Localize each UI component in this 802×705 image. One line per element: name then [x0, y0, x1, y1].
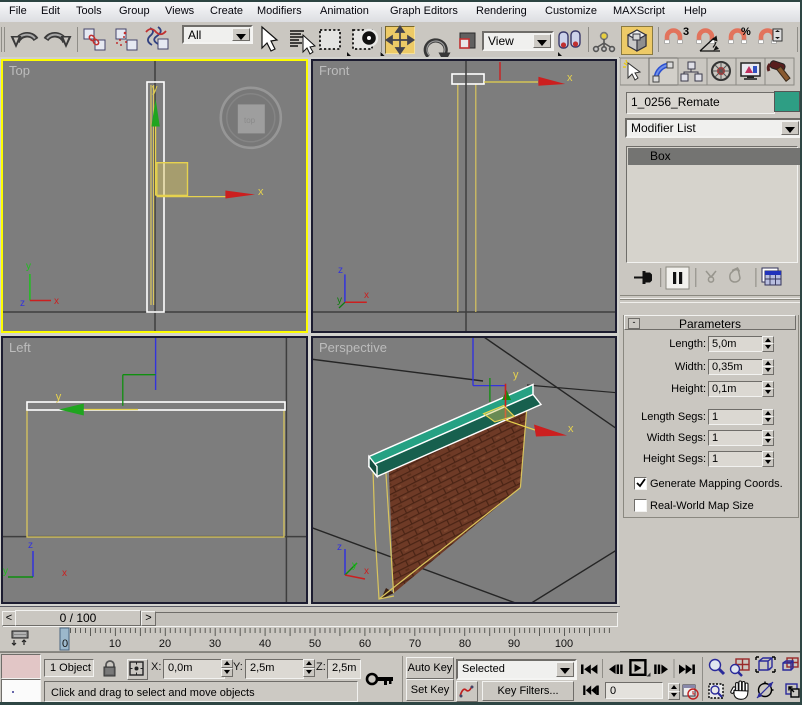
- svg-text:y: y: [56, 391, 62, 403]
- svg-text:x: x: [364, 566, 369, 577]
- svg-text:z: z: [28, 540, 33, 551]
- svg-text:30: 30: [209, 638, 221, 650]
- svg-text:50: 50: [309, 638, 321, 650]
- svg-text:%: %: [741, 26, 751, 38]
- svg-text:y: y: [152, 83, 158, 95]
- svg-text:70: 70: [409, 638, 421, 650]
- svg-text:x: x: [364, 290, 369, 301]
- svg-text:20: 20: [159, 638, 171, 650]
- svg-text:x: x: [567, 72, 573, 84]
- svg-text:90: 90: [508, 638, 520, 650]
- svg-text:y: y: [26, 261, 31, 272]
- svg-text:top: top: [244, 116, 256, 125]
- svg-text:z: z: [20, 298, 25, 309]
- svg-text:100: 100: [555, 638, 573, 650]
- svg-text:x: x: [258, 186, 264, 198]
- svg-text:3: 3: [683, 26, 689, 38]
- svg-text:z: z: [337, 542, 342, 553]
- svg-text:60: 60: [359, 638, 371, 650]
- svg-text:40: 40: [259, 638, 271, 650]
- svg-text:y: y: [337, 295, 342, 306]
- svg-text:x: x: [568, 423, 574, 435]
- svg-text:y: y: [3, 566, 8, 577]
- svg-text:0: 0: [62, 638, 68, 650]
- svg-text:x: x: [62, 568, 67, 579]
- svg-text:x: x: [54, 296, 59, 307]
- svg-text:80: 80: [459, 638, 471, 650]
- svg-text:y: y: [352, 560, 357, 571]
- svg-text:y: y: [513, 369, 519, 381]
- svg-text:10: 10: [109, 638, 121, 650]
- svg-text:z: z: [338, 265, 343, 276]
